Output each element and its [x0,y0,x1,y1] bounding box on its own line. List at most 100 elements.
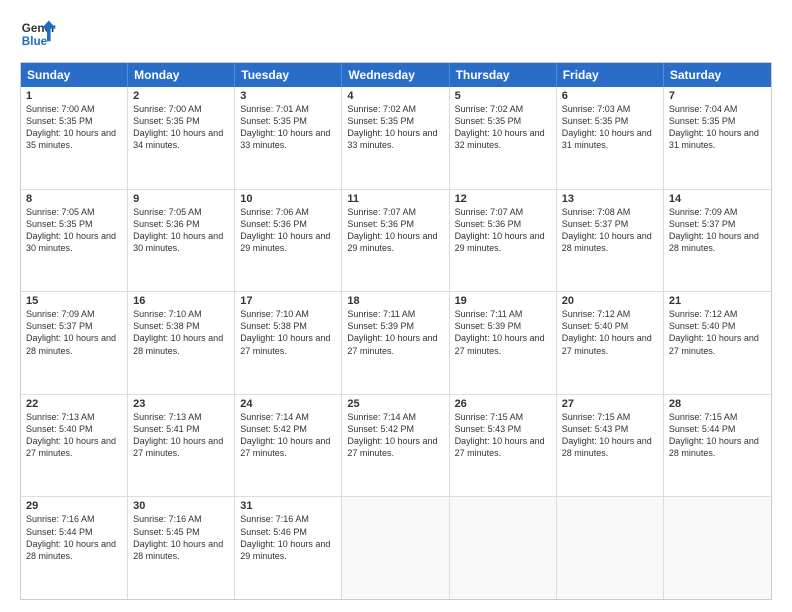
day-cell-12: 12 Sunrise: 7:07 AMSunset: 5:36 PMDaylig… [450,190,557,292]
day-details: Sunrise: 7:10 AMSunset: 5:38 PMDaylight:… [240,309,330,355]
day-cell-18: 18 Sunrise: 7:11 AMSunset: 5:39 PMDaylig… [342,292,449,394]
day-details: Sunrise: 7:15 AMSunset: 5:43 PMDaylight:… [455,412,545,458]
day-details: Sunrise: 7:12 AMSunset: 5:40 PMDaylight:… [562,309,652,355]
day-number: 7 [669,90,766,102]
day-number: 8 [26,193,122,205]
day-details: Sunrise: 7:00 AMSunset: 5:35 PMDaylight:… [26,104,116,150]
header-day-tuesday: Tuesday [235,63,342,87]
day-cell-6: 6 Sunrise: 7:03 AMSunset: 5:35 PMDayligh… [557,87,664,189]
header-day-monday: Monday [128,63,235,87]
day-details: Sunrise: 7:08 AMSunset: 5:37 PMDaylight:… [562,207,652,253]
day-number: 14 [669,193,766,205]
day-number: 22 [26,398,122,410]
header-day-wednesday: Wednesday [342,63,449,87]
calendar-header: SundayMondayTuesdayWednesdayThursdayFrid… [21,63,771,87]
day-number: 27 [562,398,658,410]
day-details: Sunrise: 7:05 AMSunset: 5:36 PMDaylight:… [133,207,223,253]
day-cell-26: 26 Sunrise: 7:15 AMSunset: 5:43 PMDaylig… [450,395,557,497]
header-day-thursday: Thursday [450,63,557,87]
day-cell-17: 17 Sunrise: 7:10 AMSunset: 5:38 PMDaylig… [235,292,342,394]
week-row-4: 22 Sunrise: 7:13 AMSunset: 5:40 PMDaylig… [21,394,771,497]
day-details: Sunrise: 7:12 AMSunset: 5:40 PMDaylight:… [669,309,759,355]
day-cell-27: 27 Sunrise: 7:15 AMSunset: 5:43 PMDaylig… [557,395,664,497]
day-details: Sunrise: 7:13 AMSunset: 5:41 PMDaylight:… [133,412,223,458]
day-cell-14: 14 Sunrise: 7:09 AMSunset: 5:37 PMDaylig… [664,190,771,292]
day-number: 16 [133,295,229,307]
day-cell-24: 24 Sunrise: 7:14 AMSunset: 5:42 PMDaylig… [235,395,342,497]
day-cell-7: 7 Sunrise: 7:04 AMSunset: 5:35 PMDayligh… [664,87,771,189]
day-number: 31 [240,500,336,512]
day-details: Sunrise: 7:09 AMSunset: 5:37 PMDaylight:… [669,207,759,253]
day-cell-16: 16 Sunrise: 7:10 AMSunset: 5:38 PMDaylig… [128,292,235,394]
day-details: Sunrise: 7:07 AMSunset: 5:36 PMDaylight:… [455,207,545,253]
day-cell-3: 3 Sunrise: 7:01 AMSunset: 5:35 PMDayligh… [235,87,342,189]
day-number: 2 [133,90,229,102]
day-details: Sunrise: 7:00 AMSunset: 5:35 PMDaylight:… [133,104,223,150]
day-details: Sunrise: 7:09 AMSunset: 5:37 PMDaylight:… [26,309,116,355]
day-number: 6 [562,90,658,102]
day-cell-4: 4 Sunrise: 7:02 AMSunset: 5:35 PMDayligh… [342,87,449,189]
day-number: 17 [240,295,336,307]
day-details: Sunrise: 7:01 AMSunset: 5:35 PMDaylight:… [240,104,330,150]
logo: General Blue [20,16,56,52]
day-number: 30 [133,500,229,512]
day-number: 10 [240,193,336,205]
day-number: 12 [455,193,551,205]
day-cell-15: 15 Sunrise: 7:09 AMSunset: 5:37 PMDaylig… [21,292,128,394]
day-number: 4 [347,90,443,102]
day-number: 21 [669,295,766,307]
header-day-sunday: Sunday [21,63,128,87]
day-cell-9: 9 Sunrise: 7:05 AMSunset: 5:36 PMDayligh… [128,190,235,292]
day-cell-28: 28 Sunrise: 7:15 AMSunset: 5:44 PMDaylig… [664,395,771,497]
day-number: 15 [26,295,122,307]
day-details: Sunrise: 7:10 AMSunset: 5:38 PMDaylight:… [133,309,223,355]
day-details: Sunrise: 7:16 AMSunset: 5:44 PMDaylight:… [26,514,116,560]
day-cell-30: 30 Sunrise: 7:16 AMSunset: 5:45 PMDaylig… [128,497,235,599]
day-details: Sunrise: 7:11 AMSunset: 5:39 PMDaylight:… [347,309,437,355]
day-number: 1 [26,90,122,102]
calendar: SundayMondayTuesdayWednesdayThursdayFrid… [20,62,772,600]
day-cell-19: 19 Sunrise: 7:11 AMSunset: 5:39 PMDaylig… [450,292,557,394]
day-cell-31: 31 Sunrise: 7:16 AMSunset: 5:46 PMDaylig… [235,497,342,599]
header-day-friday: Friday [557,63,664,87]
empty-cell-4-4 [450,497,557,599]
header-day-saturday: Saturday [664,63,771,87]
day-number: 13 [562,193,658,205]
day-number: 19 [455,295,551,307]
day-number: 26 [455,398,551,410]
day-cell-2: 2 Sunrise: 7:00 AMSunset: 5:35 PMDayligh… [128,87,235,189]
day-cell-5: 5 Sunrise: 7:02 AMSunset: 5:35 PMDayligh… [450,87,557,189]
header: General Blue [20,16,772,52]
empty-cell-4-3 [342,497,449,599]
day-details: Sunrise: 7:14 AMSunset: 5:42 PMDaylight:… [240,412,330,458]
svg-text:Blue: Blue [22,35,48,48]
day-cell-25: 25 Sunrise: 7:14 AMSunset: 5:42 PMDaylig… [342,395,449,497]
day-cell-8: 8 Sunrise: 7:05 AMSunset: 5:35 PMDayligh… [21,190,128,292]
day-number: 3 [240,90,336,102]
day-details: Sunrise: 7:16 AMSunset: 5:46 PMDaylight:… [240,514,330,560]
day-details: Sunrise: 7:02 AMSunset: 5:35 PMDaylight:… [347,104,437,150]
day-details: Sunrise: 7:16 AMSunset: 5:45 PMDaylight:… [133,514,223,560]
week-row-1: 1 Sunrise: 7:00 AMSunset: 5:35 PMDayligh… [21,87,771,189]
day-cell-29: 29 Sunrise: 7:16 AMSunset: 5:44 PMDaylig… [21,497,128,599]
week-row-2: 8 Sunrise: 7:05 AMSunset: 5:35 PMDayligh… [21,189,771,292]
day-details: Sunrise: 7:11 AMSunset: 5:39 PMDaylight:… [455,309,545,355]
empty-cell-4-5 [557,497,664,599]
week-row-5: 29 Sunrise: 7:16 AMSunset: 5:44 PMDaylig… [21,496,771,599]
day-number: 23 [133,398,229,410]
day-details: Sunrise: 7:15 AMSunset: 5:43 PMDaylight:… [562,412,652,458]
week-row-3: 15 Sunrise: 7:09 AMSunset: 5:37 PMDaylig… [21,291,771,394]
day-number: 5 [455,90,551,102]
day-cell-1: 1 Sunrise: 7:00 AMSunset: 5:35 PMDayligh… [21,87,128,189]
day-cell-22: 22 Sunrise: 7:13 AMSunset: 5:40 PMDaylig… [21,395,128,497]
page: General Blue SundayMondayTuesdayWednesda… [0,0,792,612]
day-cell-21: 21 Sunrise: 7:12 AMSunset: 5:40 PMDaylig… [664,292,771,394]
day-details: Sunrise: 7:14 AMSunset: 5:42 PMDaylight:… [347,412,437,458]
day-number: 29 [26,500,122,512]
empty-cell-4-6 [664,497,771,599]
day-details: Sunrise: 7:07 AMSunset: 5:36 PMDaylight:… [347,207,437,253]
day-details: Sunrise: 7:03 AMSunset: 5:35 PMDaylight:… [562,104,652,150]
day-cell-10: 10 Sunrise: 7:06 AMSunset: 5:36 PMDaylig… [235,190,342,292]
day-cell-20: 20 Sunrise: 7:12 AMSunset: 5:40 PMDaylig… [557,292,664,394]
day-cell-13: 13 Sunrise: 7:08 AMSunset: 5:37 PMDaylig… [557,190,664,292]
